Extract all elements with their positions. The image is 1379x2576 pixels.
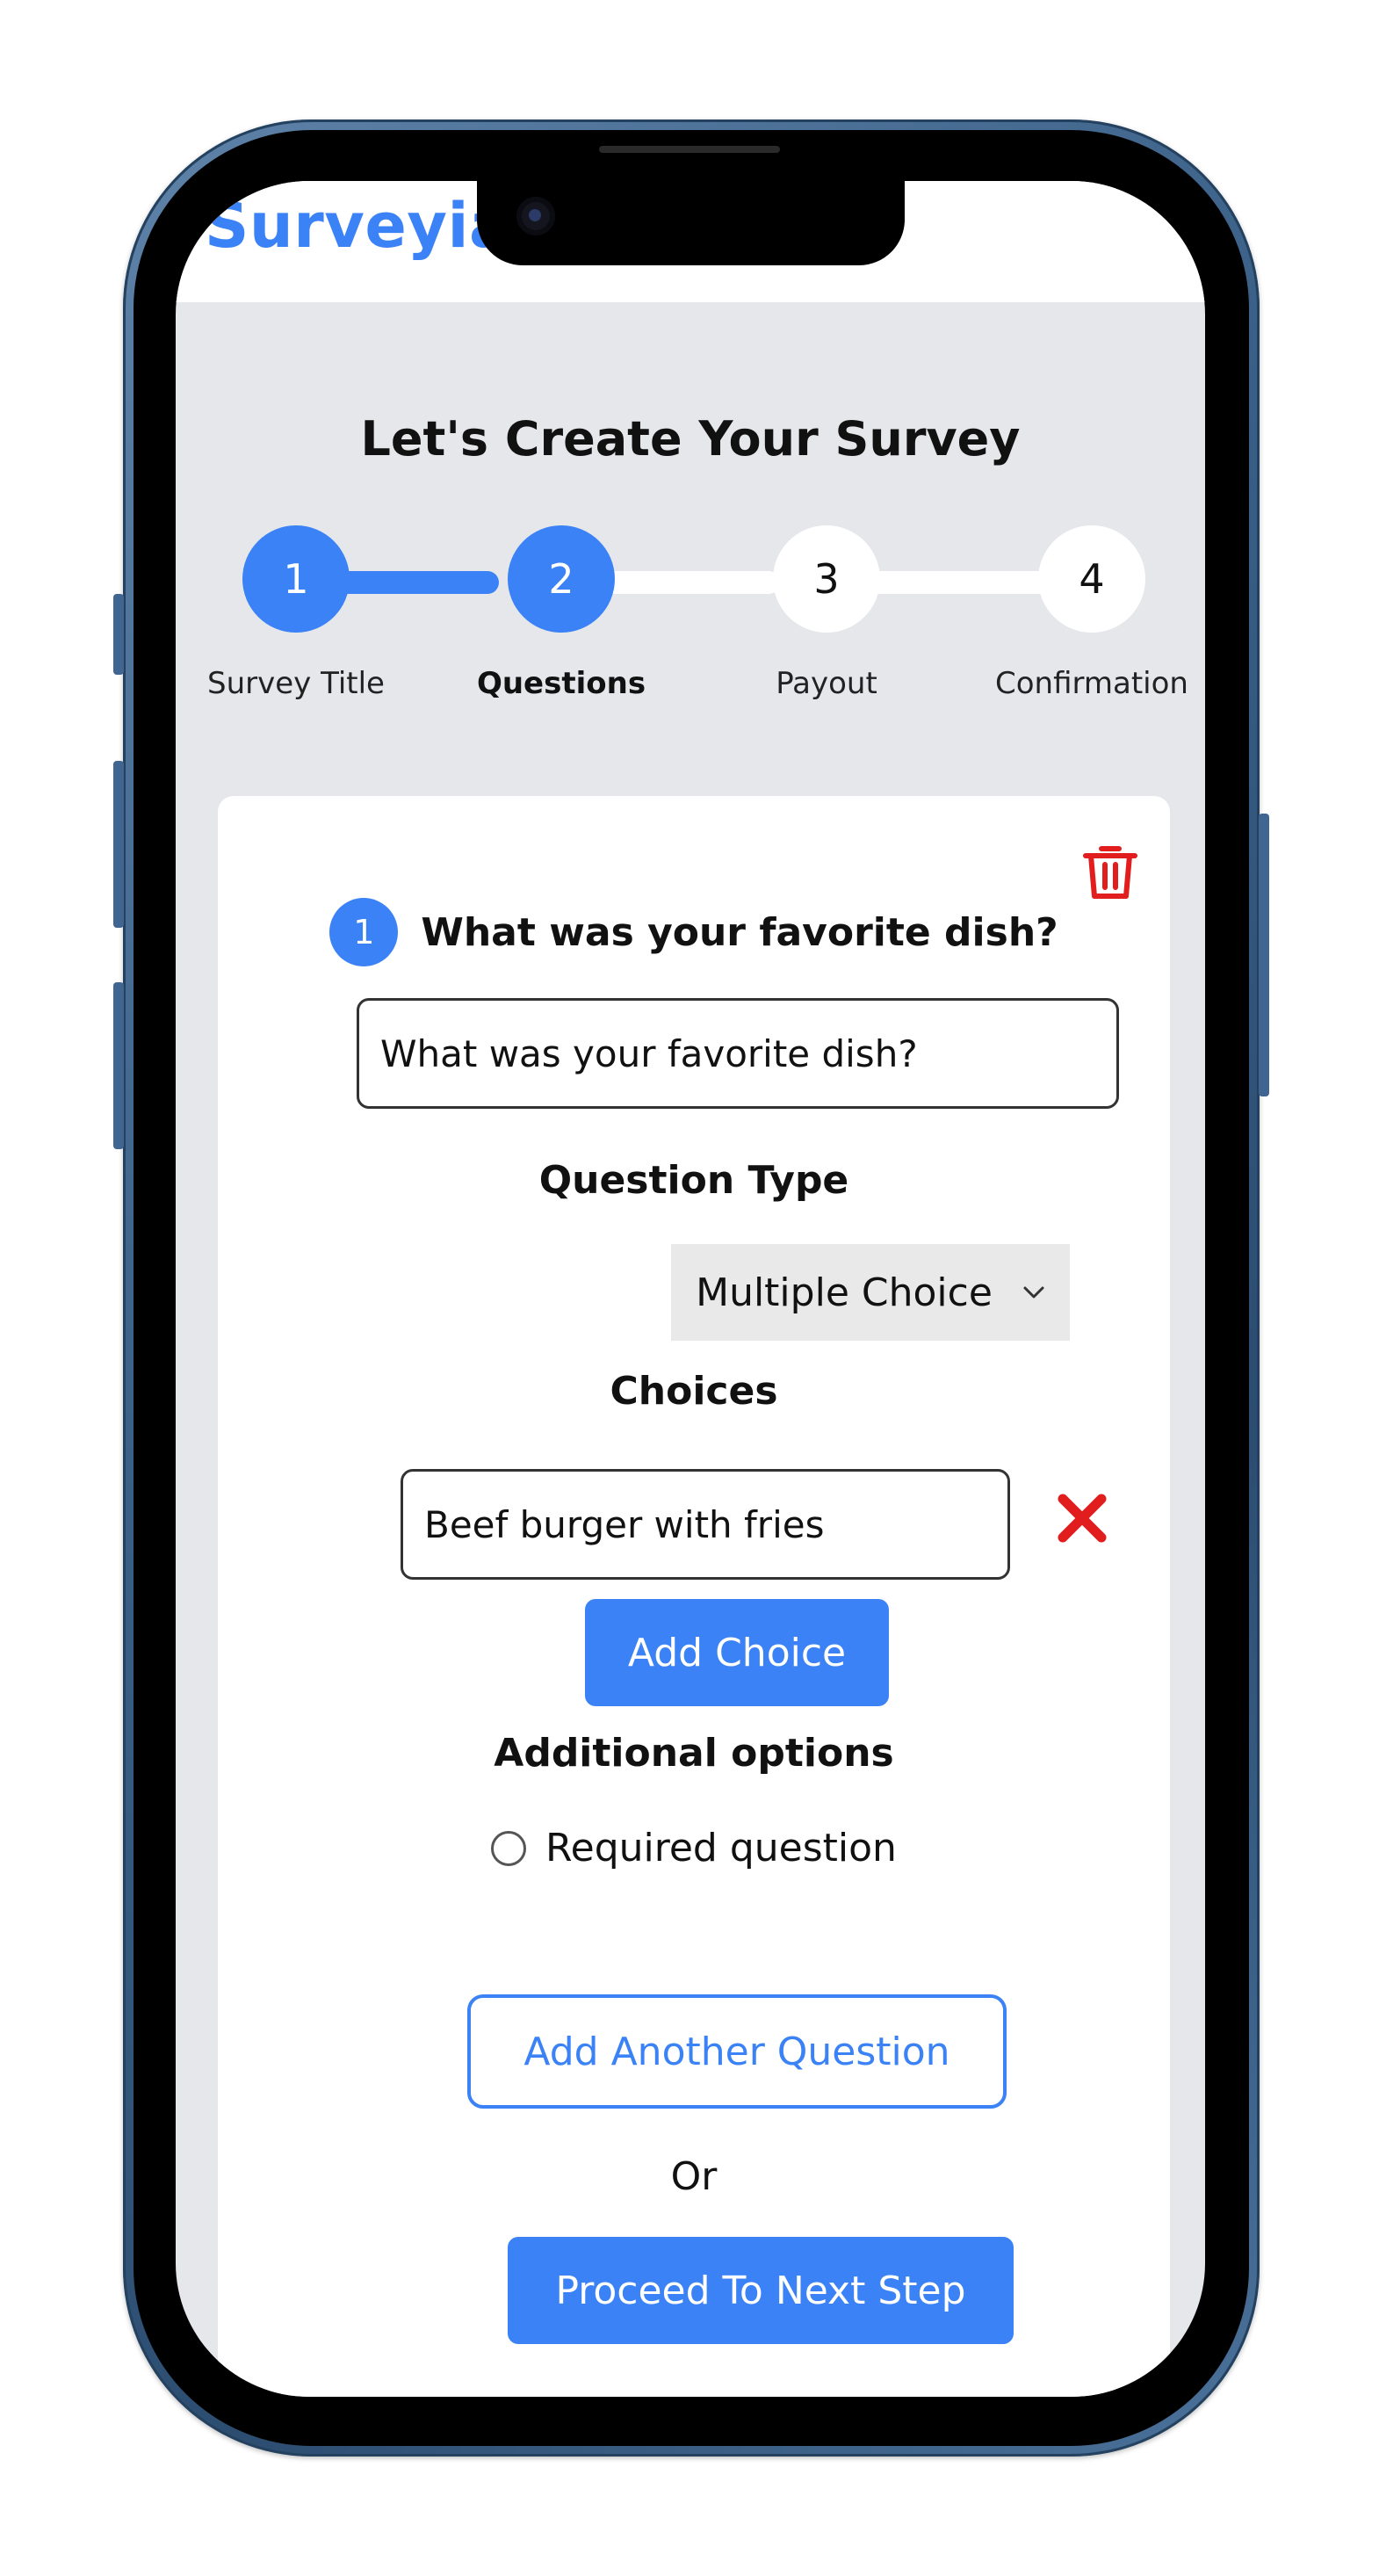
step-2-circle[interactable]: 2 (508, 525, 615, 633)
step-4-label: Confirmation (995, 666, 1188, 701)
step-4-circle[interactable]: 4 (1038, 525, 1145, 633)
additional-options-label: Additional options (494, 1731, 894, 1776)
stepper-connector-3 (868, 571, 1052, 594)
question-card: 1 What was your favorite dish? Question … (218, 796, 1170, 2397)
or-separator: Or (670, 2154, 718, 2199)
stepper-connector-2 (587, 571, 780, 594)
action-button (113, 594, 124, 675)
step-3-label: Payout (776, 666, 877, 701)
close-icon[interactable] (1056, 1492, 1108, 1545)
question-type-select[interactable]: Multiple Choice (671, 1244, 1070, 1341)
volume-down-button (113, 982, 124, 1149)
required-question-label: Required question (545, 1826, 897, 1870)
question-number-badge: 1 (329, 898, 399, 966)
phone-screen: Surveyia Let's Create Your Survey 1 2 3 … (176, 181, 1205, 2397)
add-another-question-button[interactable]: Add Another Question (467, 1994, 1007, 2109)
step-1-circle[interactable]: 1 (242, 525, 350, 633)
step-3-circle[interactable]: 3 (773, 525, 880, 633)
volume-up-button (113, 761, 124, 928)
choices-label: Choices (610, 1369, 778, 1414)
earpiece-speaker (599, 146, 780, 153)
step-1-label: Survey Title (207, 666, 385, 701)
proceed-next-step-button[interactable]: Proceed To Next Step (508, 2237, 1014, 2344)
power-button (1259, 814, 1269, 1096)
question-header: 1 What was your favorite dish? (218, 898, 1170, 966)
chevron-down-icon (1023, 1286, 1044, 1299)
stepper-connector-1 (323, 571, 499, 594)
choice-input[interactable] (401, 1469, 1010, 1580)
page-title: Let's Create Your Survey (360, 411, 1021, 467)
step-2-label: Questions (476, 666, 646, 701)
question-title: What was your favorite dish? (421, 909, 1058, 955)
front-camera (516, 197, 555, 235)
required-radio[interactable] (491, 1830, 527, 1866)
add-choice-button[interactable]: Add Choice (585, 1599, 889, 1706)
brand-logo[interactable]: Surveyia (205, 190, 511, 262)
trash-icon[interactable] (1080, 843, 1140, 901)
question-type-value: Multiple Choice (696, 1270, 993, 1315)
required-question-option[interactable]: Required question (218, 1826, 1170, 1870)
question-text-input[interactable] (357, 998, 1119, 1109)
question-type-label: Question Type (538, 1158, 849, 1203)
